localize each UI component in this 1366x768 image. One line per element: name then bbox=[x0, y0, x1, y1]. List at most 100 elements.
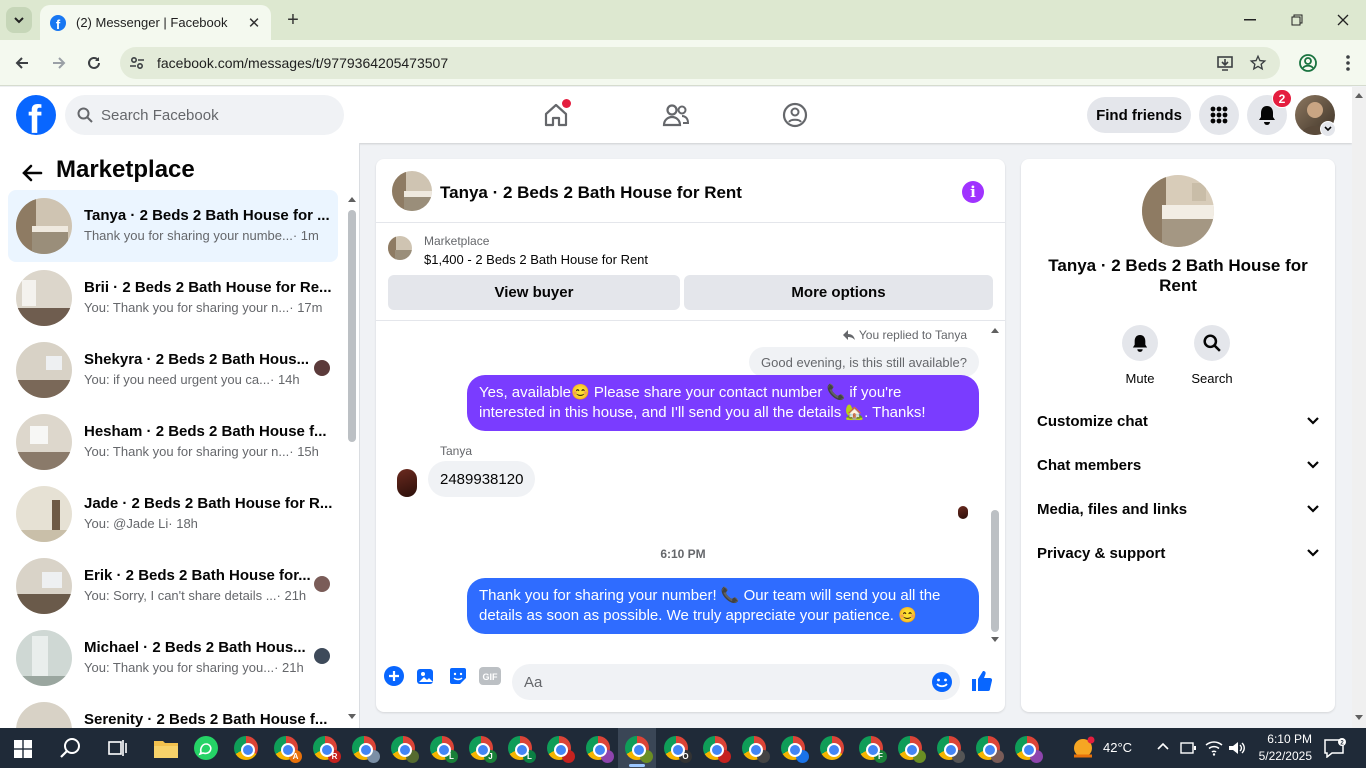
bookmark-star-icon[interactable] bbox=[1249, 54, 1267, 72]
chat-avatar[interactable] bbox=[392, 171, 432, 211]
chat-members-section[interactable]: Chat members bbox=[1037, 451, 1319, 479]
weather-icon[interactable] bbox=[1070, 736, 1096, 760]
restore-icon[interactable] bbox=[1287, 10, 1307, 30]
site-settings-icon[interactable] bbox=[129, 55, 145, 71]
install-app-icon[interactable] bbox=[1216, 54, 1234, 72]
conversation-item[interactable]: Serenity · 2 Beds 2 Bath House f... bbox=[8, 694, 338, 728]
browser-tab[interactable]: f (2) Messenger | Facebook ✕ bbox=[40, 5, 271, 40]
scroll-up-icon[interactable] bbox=[347, 195, 357, 203]
forward-icon[interactable] bbox=[47, 51, 71, 75]
home-icon[interactable] bbox=[541, 99, 571, 130]
chrome-profile-icon[interactable] bbox=[391, 736, 419, 763]
notification-center-icon[interactable]: 2 bbox=[1324, 738, 1346, 758]
view-buyer-button[interactable]: View buyer bbox=[388, 275, 680, 310]
chrome-profile-icon[interactable]: L bbox=[508, 736, 536, 763]
conversation-item[interactable]: Jade · 2 Beds 2 Bath House for R... You:… bbox=[8, 478, 338, 550]
scroll-up-icon[interactable] bbox=[990, 326, 1000, 334]
chrome-profile-icon[interactable] bbox=[703, 736, 731, 763]
conversation-item[interactable]: Brii · 2 Beds 2 Bath House for Re... You… bbox=[8, 262, 338, 334]
account-menu-chevron-icon[interactable] bbox=[1320, 121, 1336, 137]
scroll-down-icon[interactable] bbox=[1354, 714, 1364, 722]
page-scrollbar[interactable] bbox=[1352, 87, 1366, 728]
wifi-icon[interactable] bbox=[1205, 740, 1223, 756]
customize-chat-section[interactable]: Customize chat bbox=[1037, 407, 1319, 435]
back-icon[interactable] bbox=[10, 51, 34, 75]
whatsapp-icon[interactable] bbox=[194, 736, 218, 760]
battery-icon[interactable] bbox=[1180, 740, 1198, 756]
chrome-profile-icon[interactable]: J bbox=[469, 736, 497, 763]
facebook-logo[interactable]: f bbox=[16, 95, 56, 135]
find-friends-button[interactable]: Find friends bbox=[1087, 97, 1191, 133]
incoming-message[interactable]: 2489938120 bbox=[428, 461, 536, 497]
sender-avatar[interactable] bbox=[397, 469, 417, 497]
chrome-profile-icon[interactable] bbox=[547, 736, 575, 763]
chrome-profile-icon[interactable]: L bbox=[430, 736, 458, 763]
chrome-profile-icon[interactable]: A bbox=[274, 736, 302, 763]
chrome-profile-icon[interactable] bbox=[742, 736, 770, 763]
minimize-icon[interactable] bbox=[1240, 10, 1260, 30]
mute-button[interactable]: Mute bbox=[1110, 325, 1170, 386]
chrome-profile-icon[interactable] bbox=[937, 736, 965, 763]
conversation-item[interactable]: Hesham · 2 Beds 2 Bath House f... You: T… bbox=[8, 406, 338, 478]
chrome-profile-icon[interactable] bbox=[976, 736, 1004, 763]
close-window-icon[interactable] bbox=[1333, 10, 1353, 30]
scroll-up-icon[interactable] bbox=[1354, 91, 1364, 99]
taskbar-search-icon[interactable] bbox=[60, 737, 82, 759]
browser-menu-icon[interactable] bbox=[1336, 51, 1360, 75]
close-tab-icon[interactable]: ✕ bbox=[245, 14, 263, 32]
volume-icon[interactable] bbox=[1228, 740, 1246, 756]
conversation-item[interactable]: Shekyra · 2 Beds 2 Bath Hous... You: if … bbox=[8, 334, 338, 406]
scroll-down-icon[interactable] bbox=[990, 636, 1000, 644]
chrome-profile-icon[interactable] bbox=[586, 736, 614, 763]
back-arrow-icon[interactable] bbox=[20, 161, 44, 185]
info-icon[interactable]: i bbox=[962, 181, 984, 203]
scroll-down-icon[interactable] bbox=[347, 713, 357, 721]
conversation-item[interactable]: Erik · 2 Beds 2 Bath House for... You: S… bbox=[8, 550, 338, 622]
task-view-icon[interactable] bbox=[108, 738, 128, 758]
outgoing-message[interactable]: Thank you for sharing your number! 📞 Our… bbox=[467, 578, 979, 634]
chrome-profile-icon[interactable] bbox=[1015, 736, 1043, 763]
more-options-button[interactable]: More options bbox=[684, 275, 993, 310]
quoted-message[interactable]: Good evening, is this still available? bbox=[749, 347, 979, 377]
sticker-icon[interactable] bbox=[447, 665, 469, 687]
chrome-profile-icon[interactable]: F bbox=[859, 736, 887, 763]
emoji-icon[interactable] bbox=[931, 671, 953, 693]
windows-start-icon[interactable] bbox=[14, 740, 32, 758]
chrome-profile-icon[interactable]: O bbox=[664, 736, 692, 763]
taskbar-clock[interactable]: 6:10 PM 5/22/2025 bbox=[1250, 731, 1312, 765]
search-facebook-field[interactable]: Search Facebook bbox=[65, 95, 344, 135]
address-bar[interactable]: facebook.com/messages/t/9779364205473507 bbox=[120, 47, 1280, 79]
photo-icon[interactable] bbox=[415, 665, 437, 687]
file-explorer-icon[interactable] bbox=[154, 738, 178, 758]
chat-title[interactable]: Tanya · 2 Beds 2 Bath House for Rent bbox=[440, 183, 742, 203]
tab-search-button[interactable] bbox=[6, 7, 32, 33]
profile-icon[interactable] bbox=[1296, 51, 1320, 75]
gif-icon[interactable]: GIF bbox=[479, 665, 501, 687]
scrollbar-thumb[interactable] bbox=[991, 510, 999, 632]
reload-icon[interactable] bbox=[82, 51, 106, 75]
friends-icon[interactable] bbox=[661, 100, 691, 130]
thumbs-up-icon[interactable] bbox=[971, 670, 993, 692]
chrome-active-window-icon[interactable] bbox=[625, 736, 653, 763]
groups-icon[interactable] bbox=[780, 100, 810, 130]
chrome-profile-icon[interactable] bbox=[234, 736, 258, 760]
media-files-links-section[interactable]: Media, files and links bbox=[1037, 495, 1319, 523]
search-conversation-button[interactable]: Search bbox=[1182, 325, 1242, 386]
outgoing-message[interactable]: Yes, available😊 Please share your contac… bbox=[467, 375, 979, 431]
chrome-icon[interactable] bbox=[820, 736, 844, 760]
privacy-support-section[interactable]: Privacy & support bbox=[1037, 539, 1319, 567]
chrome-profile-icon[interactable]: R bbox=[313, 736, 341, 763]
conversation-item[interactable]: Tanya · 2 Beds 2 Bath House for ... Than… bbox=[8, 190, 338, 262]
menu-grid-button[interactable] bbox=[1199, 95, 1239, 135]
chrome-profile-icon[interactable] bbox=[352, 736, 380, 763]
profile-avatar[interactable] bbox=[1142, 175, 1214, 247]
chrome-profile-icon[interactable] bbox=[781, 736, 809, 763]
scrollbar-thumb[interactable] bbox=[348, 210, 356, 442]
new-tab-button[interactable]: + bbox=[282, 9, 304, 31]
conversation-item[interactable]: Michael · 2 Beds 2 Bath Hous... You: Tha… bbox=[8, 622, 338, 694]
listing-title[interactable]: $1,400 - 2 Beds 2 Bath House for Rent bbox=[424, 252, 648, 267]
conversation-list-scrollbar[interactable] bbox=[346, 193, 358, 723]
show-hidden-icons-chevron-icon[interactable] bbox=[1157, 742, 1169, 750]
plus-icon[interactable] bbox=[383, 665, 405, 687]
message-scrollbar[interactable] bbox=[988, 322, 1002, 652]
